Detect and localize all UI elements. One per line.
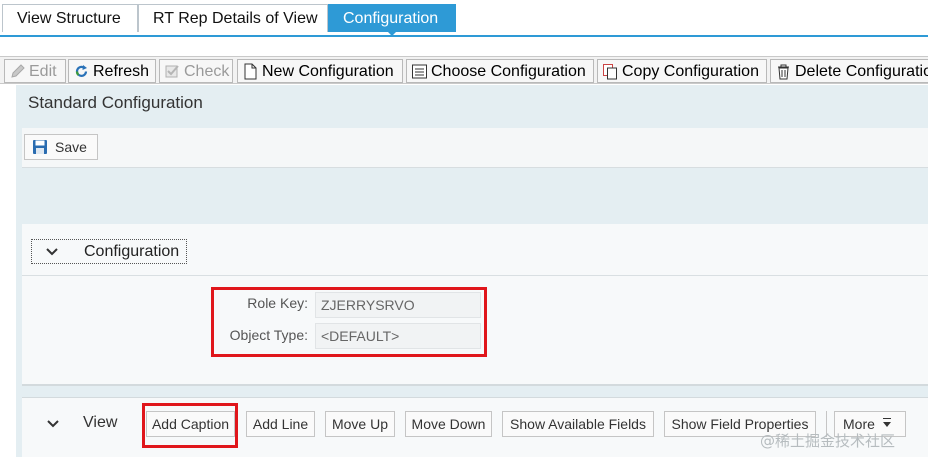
refresh-icon <box>75 65 88 77</box>
edit-button[interactable]: Edit <box>4 59 66 83</box>
tab-underline <box>0 35 928 37</box>
check-label: Check <box>184 63 230 80</box>
highlight-add-caption <box>142 403 238 448</box>
copy-configuration-label: Copy Configuration <box>622 63 759 80</box>
tab-label: Configuration <box>343 10 439 27</box>
save-toolbar: Save <box>22 128 928 168</box>
chevron-down-icon[interactable] <box>47 420 59 428</box>
floppy-disk-icon <box>33 140 47 154</box>
configuration-toolbar: Edit Refresh Check New Configuration Cho… <box>0 56 928 84</box>
delete-configuration-label: Delete Configuratio <box>795 63 928 80</box>
standard-configuration-panel: Standard Configuration Save Configuratio… <box>16 85 928 457</box>
configuration-section-toggle[interactable]: Configuration <box>31 239 187 264</box>
choose-configuration-label: Choose Configuration <box>431 63 586 80</box>
tab-label: View Structure <box>17 10 121 27</box>
pencil-icon <box>11 64 25 78</box>
new-configuration-button[interactable]: New Configuration <box>237 59 403 83</box>
move-down-button[interactable]: Move Down <box>405 411 492 437</box>
refresh-button[interactable]: Refresh <box>68 59 156 83</box>
configuration-section-title: Configuration <box>84 243 180 260</box>
new-configuration-label: New Configuration <box>262 63 394 80</box>
trash-icon <box>778 64 789 80</box>
check-icon <box>165 65 179 78</box>
delete-configuration-button[interactable]: Delete Configuratio <box>770 59 928 83</box>
copy-configuration-button[interactable]: Copy Configuration <box>597 59 767 83</box>
tab-view-structure[interactable]: View Structure <box>2 4 138 32</box>
chevron-down-icon <box>46 248 58 256</box>
highlight-role-key-object-type <box>211 287 487 357</box>
move-up-button[interactable]: Move Up <box>325 411 395 437</box>
edit-label: Edit <box>29 63 57 80</box>
divider <box>22 275 928 276</box>
copy-icon <box>603 64 617 80</box>
watermark: @稀土掘金技术社区 <box>760 432 896 450</box>
save-button[interactable]: Save <box>24 134 98 160</box>
save-label: Save <box>55 139 87 155</box>
show-available-fields-button[interactable]: Show Available Fields <box>502 411 654 437</box>
tab-rt-rep-details[interactable]: RT Rep Details of View <box>138 4 328 32</box>
panel-title: Standard Configuration <box>28 93 203 112</box>
view-section-title: View <box>83 414 118 431</box>
tab-bar: View Structure RT Rep Details of View Co… <box>0 0 928 38</box>
add-line-button[interactable]: Add Line <box>246 411 315 437</box>
choose-list-icon <box>412 64 427 79</box>
tab-label: RT Rep Details of View <box>153 10 318 27</box>
choose-configuration-button[interactable]: Choose Configuration <box>406 59 594 83</box>
check-button[interactable]: Check <box>159 59 233 83</box>
refresh-label: Refresh <box>93 63 150 80</box>
new-document-icon <box>244 63 257 80</box>
tab-configuration[interactable]: Configuration <box>328 4 456 32</box>
